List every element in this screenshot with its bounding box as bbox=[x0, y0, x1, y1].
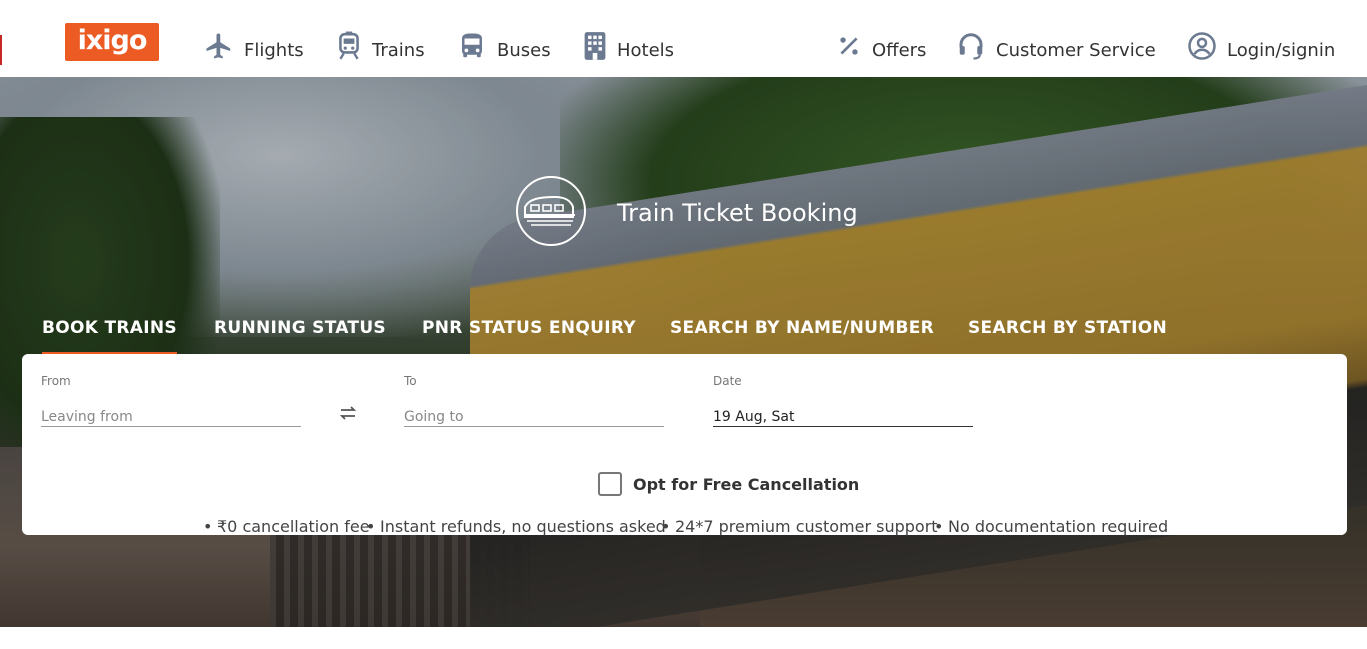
tab-running-status[interactable]: RUNNING STATUS bbox=[214, 317, 386, 355]
nav-trains[interactable]: Trains bbox=[336, 26, 425, 66]
nav-offers-label: Offers bbox=[872, 40, 927, 61]
hotel-icon bbox=[583, 31, 607, 61]
nav-flights-label: Flights bbox=[244, 40, 304, 61]
to-label: To bbox=[404, 374, 417, 388]
tab-pnr-status[interactable]: PNR STATUS ENQUIRY bbox=[422, 317, 636, 355]
bus-icon bbox=[457, 31, 487, 61]
airplane-icon bbox=[204, 31, 234, 61]
nav-offers[interactable]: Offers bbox=[836, 26, 926, 66]
benefit-item: No documentation required bbox=[934, 517, 1168, 536]
free-cancellation-checkbox[interactable] bbox=[598, 472, 622, 496]
ixigo-logo[interactable]: ixigo bbox=[65, 23, 159, 61]
from-label: From bbox=[41, 374, 71, 388]
search-card: From To Date Opt for Free Cancellation bbox=[22, 354, 1347, 535]
nav-buses-label: Buses bbox=[497, 40, 551, 61]
from-field: From bbox=[41, 374, 301, 427]
date-label: Date bbox=[713, 374, 742, 388]
nav-flights[interactable]: Flights bbox=[204, 26, 304, 66]
date-input[interactable] bbox=[713, 408, 973, 427]
left-edge-accent bbox=[0, 35, 2, 65]
from-input[interactable] bbox=[41, 408, 301, 427]
nav-customer-service-label: Customer Service bbox=[996, 40, 1156, 61]
nav-hotels-label: Hotels bbox=[617, 40, 675, 61]
nav-trains-label: Trains bbox=[372, 40, 425, 61]
hero-title: Train Ticket Booking bbox=[617, 199, 858, 227]
nav-login-label: Login/signin bbox=[1227, 40, 1336, 61]
percent-icon bbox=[836, 31, 862, 61]
date-field: Date bbox=[713, 374, 973, 427]
tab-book-trains[interactable]: BOOK TRAINS bbox=[42, 317, 177, 355]
user-icon bbox=[1187, 31, 1217, 61]
benefit-item: Instant refunds, no questions asked bbox=[366, 517, 666, 536]
nav-hotels[interactable]: Hotels bbox=[583, 26, 674, 66]
train-circle-icon bbox=[515, 175, 587, 251]
swap-arrows-icon[interactable] bbox=[338, 403, 358, 423]
benefit-item: ₹0 cancellation fee bbox=[203, 517, 370, 536]
train-icon bbox=[336, 31, 362, 61]
free-cancellation-label: Opt for Free Cancellation bbox=[633, 474, 860, 494]
hero-title-group: Train Ticket Booking bbox=[515, 175, 858, 251]
hero-banner: Train Ticket Booking BOOK TRAINS RUNNING… bbox=[0, 77, 1367, 627]
tab-search-by-name[interactable]: SEARCH BY NAME/NUMBER bbox=[670, 317, 934, 355]
headset-icon bbox=[956, 31, 986, 61]
tab-search-by-station[interactable]: SEARCH BY STATION bbox=[968, 317, 1167, 355]
nav-customer-service[interactable]: Customer Service bbox=[956, 26, 1156, 66]
benefit-item: 24*7 premium customer support bbox=[661, 517, 938, 536]
to-input[interactable] bbox=[404, 408, 664, 427]
free-cancellation-option[interactable]: Opt for Free Cancellation bbox=[598, 472, 859, 496]
top-header: ixigo Flights Trains Buses Hotels Offers bbox=[0, 0, 1367, 77]
to-field: To bbox=[404, 374, 664, 427]
nav-buses[interactable]: Buses bbox=[457, 26, 551, 66]
nav-login[interactable]: Login/signin bbox=[1187, 26, 1335, 66]
